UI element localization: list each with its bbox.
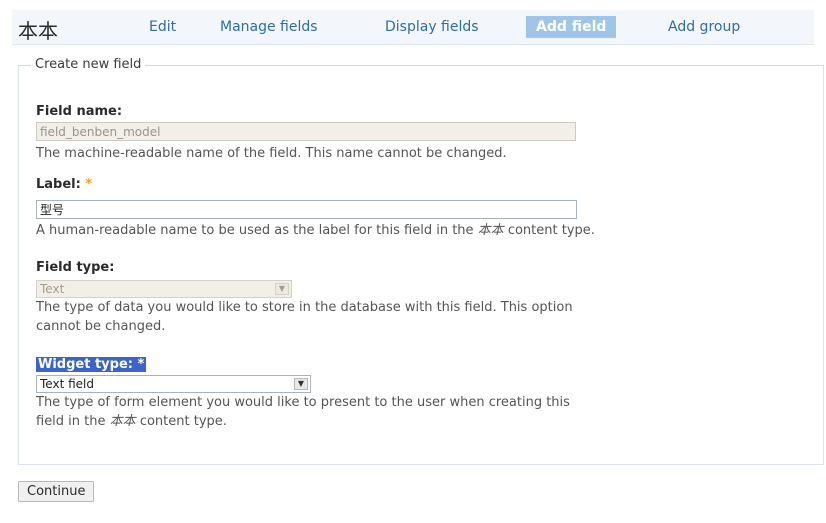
widget-type-selected: Text field — [40, 377, 94, 391]
required-mark: * — [85, 177, 93, 192]
field-name-label: Field name: — [36, 104, 123, 119]
field-type-label: Field type: — [36, 260, 115, 275]
fieldset-legend: Create new field — [31, 57, 146, 72]
tab-bar: 本本 Edit Manage fields Display fields Add… — [12, 10, 814, 45]
label-field-label-text: Label: — [36, 177, 81, 192]
tab-edit[interactable]: Edit — [139, 16, 186, 38]
label-input[interactable] — [36, 200, 577, 219]
field-type-selected: Text — [40, 282, 65, 296]
chevron-down-icon[interactable]: ▼ — [294, 378, 308, 390]
label-field-label: Label: * — [36, 177, 92, 192]
content-type-name: 本本 — [477, 223, 504, 238]
widget-type-description-text: field in the — [36, 414, 106, 429]
continue-button[interactable]: Continue — [18, 481, 95, 502]
tab-manage-fields[interactable]: Manage fields — [210, 16, 328, 38]
field-name-description: The machine-readable name of the field. … — [36, 146, 507, 161]
field-type-description-1: The type of data you would like to store… — [36, 300, 573, 315]
tab-add-field[interactable]: Add field — [526, 16, 617, 38]
tab-add-group[interactable]: Add group — [658, 16, 750, 38]
field-type-description-2: cannot be changed. — [36, 319, 166, 334]
field-type-select: Text ▼ — [36, 280, 292, 298]
create-field-fieldset: Create new field Field name: The machine… — [18, 57, 824, 465]
tab-display-fields[interactable]: Display fields — [375, 16, 489, 38]
field-name-input — [36, 122, 576, 141]
widget-type-description-1: The type of form element you would like … — [36, 395, 570, 410]
label-description-end: content type. — [507, 223, 595, 238]
widget-type-description-end: content type. — [139, 414, 227, 429]
widget-type-label-text: Widget type: * — [36, 357, 147, 372]
widget-type-select[interactable]: Text field ▼ — [36, 375, 311, 393]
content-type-name: 本本 — [109, 414, 136, 429]
page-title: 本本 — [18, 19, 58, 43]
label-description-text: A human-readable name to be used as the … — [36, 223, 474, 238]
widget-type-label: Widget type: * — [36, 357, 147, 372]
chevron-down-icon: ▼ — [275, 283, 289, 295]
widget-type-description-2: field in the 本本 content type. — [36, 412, 227, 431]
label-description: A human-readable name to be used as the … — [36, 221, 595, 240]
